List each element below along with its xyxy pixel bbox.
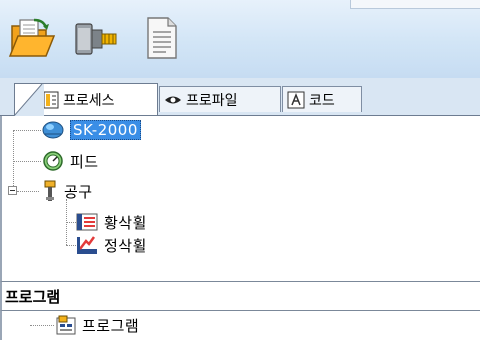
tree-label-feed: 피드 (70, 152, 99, 171)
tab-process-label: 프로세스 (63, 92, 115, 109)
tab-code[interactable]: 코드 (282, 86, 362, 112)
gauge-icon (43, 151, 63, 171)
spindle-icon (75, 23, 117, 55)
folder-open-icon (8, 18, 56, 57)
tree-line (66, 222, 76, 224)
tree-line (17, 191, 39, 193)
document-button[interactable] (138, 14, 186, 62)
tree-line (13, 130, 41, 132)
tab-process[interactable]: 프로세스 (14, 83, 158, 116)
tree-item-finishing[interactable]: 정삭휠 (76, 234, 147, 256)
app-window: 프로세스 프로파일 코드 SK-2000 피드 공구 황삭휠 정삭휠 프로그램 … (0, 0, 480, 340)
process-tree: SK-2000 피드 공구 황삭휠 정삭휠 (0, 116, 480, 281)
tree-label-tool: 공구 (64, 182, 93, 201)
process-icon (43, 91, 59, 108)
tab-bar: 프로세스 프로파일 코드 (0, 78, 480, 116)
program-icon (56, 315, 76, 335)
toolbar-strip (350, 0, 480, 9)
roughing-wheel-icon (76, 213, 98, 231)
tree-line (30, 325, 54, 327)
tree-item-tool[interactable]: 공구 (42, 180, 93, 202)
tree-label-roughing: 황삭휠 (104, 213, 147, 232)
tree-label-machine: SK-2000 (70, 120, 141, 140)
tab-slant (14, 83, 44, 116)
tab-profile[interactable]: 프로파일 (159, 86, 281, 112)
document-icon (147, 17, 177, 59)
tree-label-program: 프로그램 (82, 316, 140, 335)
code-icon (287, 91, 305, 108)
tree-item-machine[interactable]: SK-2000 (42, 119, 141, 141)
tree-item-feed[interactable]: 피드 (42, 150, 99, 172)
open-folder-button[interactable] (8, 14, 56, 62)
eye-icon (165, 96, 181, 103)
tree-line (66, 245, 76, 247)
tree-item-program[interactable]: 프로그램 (56, 314, 139, 336)
tab-profile-label: 프로파일 (186, 92, 238, 109)
machine-button[interactable] (72, 14, 120, 62)
finishing-wheel-icon (77, 236, 97, 254)
program-section-title: 프로그램 (5, 288, 61, 306)
tree-collapse-toggle[interactable] (8, 186, 17, 195)
tree-item-roughing[interactable]: 황삭휠 (76, 211, 147, 233)
toolbar (0, 0, 480, 78)
tab-code-label: 코드 (309, 92, 335, 109)
machine-node-icon (42, 121, 64, 139)
program-tree: 프로그램 (0, 311, 480, 340)
tool-icon (44, 180, 56, 201)
tree-line (13, 161, 41, 163)
tree-label-finishing: 정삭휠 (104, 236, 147, 255)
program-section-header: 프로그램 (0, 281, 480, 311)
